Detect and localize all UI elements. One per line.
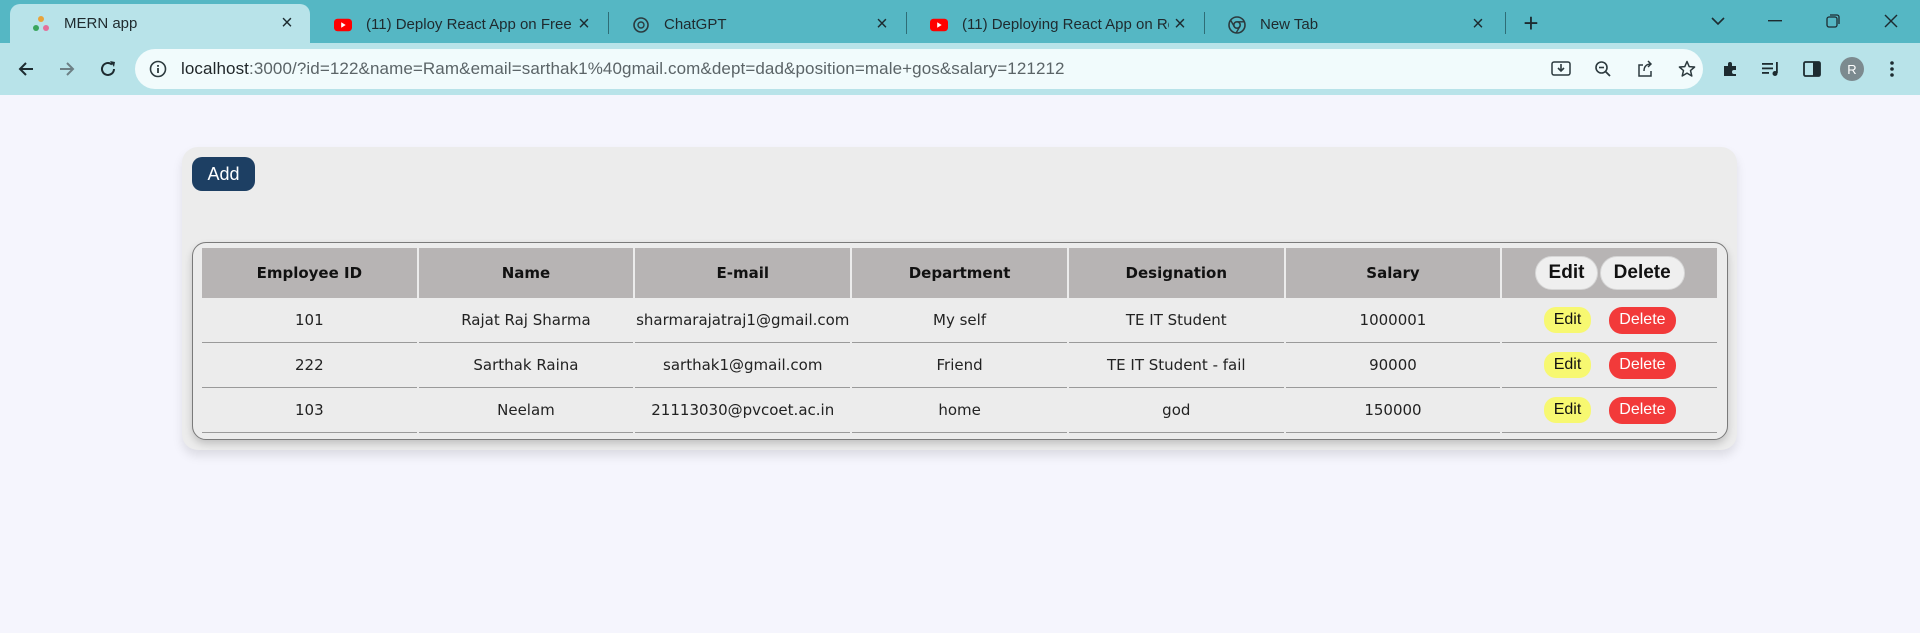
- address-bar[interactable]: localhost:3000/?id=122&name=Ram&email=sa…: [135, 49, 1703, 89]
- edit-button[interactable]: Edit: [1543, 307, 1592, 333]
- cell-email: sharmarajatraj1@gmail.com: [635, 298, 851, 343]
- profile-avatar[interactable]: R: [1836, 53, 1868, 85]
- cell-employee-id: 222: [202, 343, 417, 388]
- table-header-row: Employee ID Name E-mail Department Desig…: [202, 248, 1717, 298]
- media-control-icon[interactable]: [1755, 53, 1787, 85]
- zoom-out-icon[interactable]: [1587, 49, 1619, 89]
- header-email: E-mail: [635, 248, 851, 298]
- tab-title: (11) Deploying React App on Re: [962, 16, 1169, 33]
- cell-salary: 150000: [1285, 388, 1501, 433]
- forward-icon[interactable]: [51, 53, 83, 85]
- tab-title: ChatGPT: [664, 16, 727, 33]
- tab-chatgpt[interactable]: ChatGPT ×: [610, 6, 905, 43]
- tab-search-icon[interactable]: [1703, 6, 1733, 36]
- cell-actions: Edit Delete: [1502, 343, 1717, 388]
- url-text[interactable]: localhost:3000/?id=122&name=Ram&email=sa…: [181, 59, 1065, 79]
- delete-button[interactable]: Delete: [1609, 396, 1676, 424]
- header-edit-button[interactable]: Edit: [1534, 256, 1599, 290]
- cell-department: My self: [852, 298, 1067, 343]
- header-designation: Designation: [1068, 248, 1284, 298]
- reload-icon[interactable]: [92, 53, 124, 85]
- tab-new-tab[interactable]: New Tab ×: [1206, 6, 1501, 43]
- tab-strip: MERN app × (11) Deploy React App on Free…: [0, 0, 1920, 43]
- extensions-icon[interactable]: [1714, 53, 1746, 85]
- employee-table: Employee ID Name E-mail Department Desig…: [200, 248, 1719, 433]
- tab-youtube-deploying[interactable]: (11) Deploying React App on Re ×: [908, 6, 1203, 43]
- cell-name: Rajat Raj Sharma: [418, 298, 634, 343]
- edit-button[interactable]: Edit: [1543, 397, 1592, 423]
- cell-designation: god: [1068, 388, 1284, 433]
- browser-toolbar: localhost:3000/?id=122&name=Ram&email=sa…: [0, 43, 1920, 95]
- cell-email: sarthak1@gmail.com: [635, 343, 851, 388]
- table-row: 103 Neelam 21113030@pvcoet.ac.in home go…: [202, 388, 1717, 433]
- chatgpt-icon: [632, 16, 650, 34]
- cell-designation: TE IT Student: [1068, 298, 1284, 343]
- new-tab-button[interactable]: +: [1516, 8, 1546, 38]
- cell-name: Sarthak Raina: [418, 343, 634, 388]
- delete-button[interactable]: Delete: [1609, 351, 1676, 379]
- tab-title: MERN app: [64, 15, 138, 32]
- cell-department: Friend: [852, 343, 1067, 388]
- cell-salary: 90000: [1285, 343, 1501, 388]
- close-window-icon[interactable]: [1876, 6, 1906, 36]
- cell-actions: Edit Delete: [1502, 298, 1717, 343]
- url-path: :3000/?id=122&name=Ram&email=sarthak1%40…: [249, 59, 1065, 78]
- table-row: 222 Sarthak Raina sarthak1@gmail.com Fri…: [202, 343, 1717, 388]
- back-icon[interactable]: [10, 53, 42, 85]
- tab-title: New Tab: [1260, 16, 1319, 33]
- close-icon[interactable]: ×: [1467, 13, 1489, 36]
- minimize-icon[interactable]: [1760, 6, 1790, 36]
- table-row: 101 Rajat Raj Sharma sharmarajatraj1@gma…: [202, 298, 1717, 343]
- header-employee-id: Employee ID: [202, 248, 417, 298]
- side-panel-icon[interactable]: [1796, 53, 1828, 85]
- cell-employee-id: 103: [202, 388, 417, 433]
- header-salary: Salary: [1285, 248, 1501, 298]
- menu-dots-icon[interactable]: [1876, 53, 1908, 85]
- tab-mern-app[interactable]: MERN app ×: [10, 4, 310, 43]
- tab-separator: [1505, 12, 1506, 34]
- header-actions: Edit Delete: [1502, 248, 1717, 298]
- tab-separator: [906, 12, 907, 34]
- add-button[interactable]: Add: [192, 157, 255, 191]
- bookmark-star-icon[interactable]: [1671, 49, 1703, 89]
- url-host: localhost: [181, 59, 249, 78]
- delete-button[interactable]: Delete: [1609, 306, 1676, 334]
- cell-department: home: [852, 388, 1067, 433]
- site-info-icon[interactable]: [149, 60, 167, 78]
- tab-separator: [608, 12, 609, 34]
- install-icon[interactable]: [1545, 49, 1577, 89]
- header-delete-button[interactable]: Delete: [1599, 256, 1685, 290]
- cell-email: 21113030@pvcoet.ac.in: [635, 388, 851, 433]
- cell-employee-id: 101: [202, 298, 417, 343]
- header-name: Name: [418, 248, 634, 298]
- cell-actions: Edit Delete: [1502, 388, 1717, 433]
- youtube-icon: [334, 16, 352, 34]
- chrome-icon: [1228, 15, 1246, 34]
- avatar: R: [1840, 57, 1864, 81]
- employee-table-container: Employee ID Name E-mail Department Desig…: [192, 242, 1728, 440]
- header-department: Department: [852, 248, 1067, 298]
- cell-salary: 1000001: [1285, 298, 1501, 343]
- close-icon[interactable]: ×: [1169, 13, 1191, 36]
- restore-icon[interactable]: [1818, 6, 1848, 36]
- mern-app-icon: [32, 15, 50, 33]
- close-icon[interactable]: ×: [871, 13, 893, 36]
- edit-button[interactable]: Edit: [1543, 352, 1592, 378]
- share-icon[interactable]: [1629, 49, 1661, 89]
- tab-youtube-deploy-free[interactable]: (11) Deploy React App on Free W ×: [312, 6, 607, 43]
- tab-title: (11) Deploy React App on Free W: [366, 16, 573, 33]
- tab-separator: [1204, 12, 1205, 34]
- close-icon[interactable]: ×: [573, 13, 595, 36]
- cell-designation: TE IT Student - fail: [1068, 343, 1284, 388]
- cell-name: Neelam: [418, 388, 634, 433]
- youtube-icon: [930, 16, 948, 34]
- close-icon[interactable]: ×: [276, 12, 298, 35]
